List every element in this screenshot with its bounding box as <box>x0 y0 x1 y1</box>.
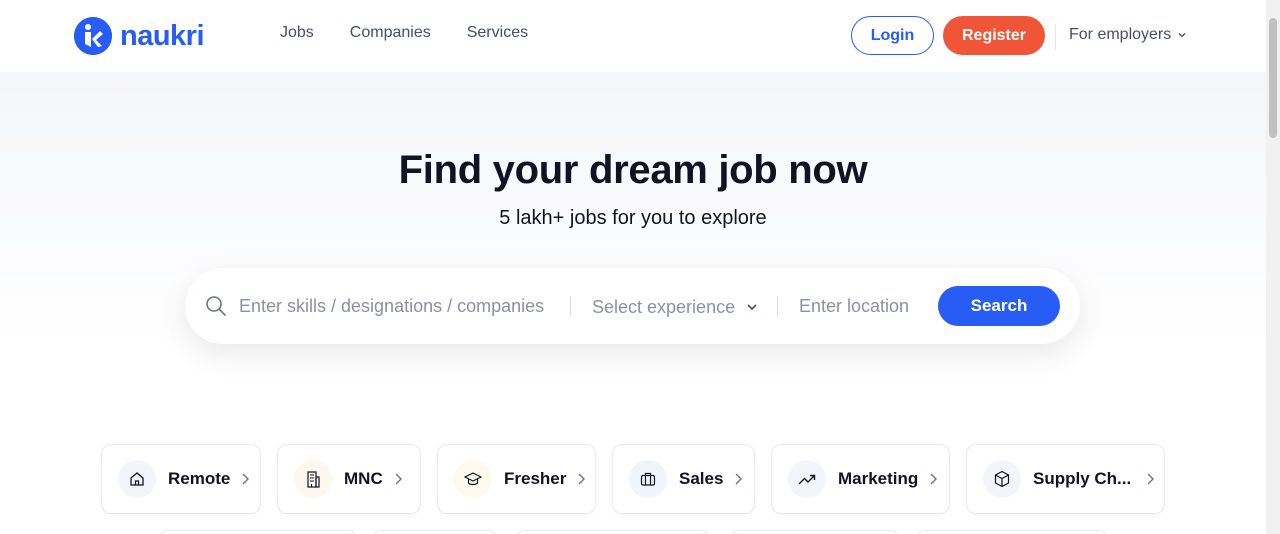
chevron-right-icon <box>735 473 743 485</box>
chevron-down-icon <box>1178 33 1186 38</box>
skills-search-input[interactable] <box>239 292 559 320</box>
category-label: Marketing <box>838 469 919 488</box>
graduation-cap-icon <box>454 460 492 498</box>
register-button[interactable]: Register <box>943 16 1045 55</box>
category-label: Remote <box>168 469 231 488</box>
category-chip-partial[interactable] <box>515 530 711 534</box>
category-label: Supply Ch... <box>1033 469 1132 488</box>
category-chip-remote[interactable]: Remote <box>101 444 261 514</box>
building-icon <box>294 460 332 498</box>
login-button[interactable]: Login <box>851 16 934 55</box>
experience-label: Select experience <box>592 296 736 317</box>
category-chip-sales[interactable]: Sales <box>612 444 755 514</box>
main-nav: Jobs Companies Services <box>280 24 528 42</box>
hero-subtitle: 5 lakh+ jobs for you to explore <box>499 207 767 229</box>
for-employers-label: For employers <box>1069 26 1172 43</box>
naukri-logo[interactable]: naukri <box>74 17 205 55</box>
top-header: naukri Jobs Companies Services Login Reg… <box>0 0 1266 72</box>
location-input[interactable] <box>799 292 929 320</box>
page-scrollbar[interactable] <box>1266 0 1280 534</box>
logo-text: naukri <box>120 19 205 52</box>
nav-services[interactable]: Services <box>467 24 528 42</box>
chevron-right-icon <box>242 473 250 485</box>
header-divider <box>1055 24 1056 50</box>
box-icon <box>983 460 1021 498</box>
for-employers-dropdown[interactable]: For employers <box>1069 26 1187 44</box>
category-label: Fresher <box>504 469 567 488</box>
search-icon <box>206 296 226 316</box>
nav-companies[interactable]: Companies <box>350 24 431 42</box>
page-title: Find your dream job now <box>398 148 868 192</box>
nav-jobs[interactable]: Jobs <box>280 24 314 42</box>
briefcase-icon <box>629 460 667 498</box>
category-chip-mnc[interactable]: MNC <box>277 444 421 514</box>
search-divider <box>777 296 778 316</box>
search-divider <box>570 296 571 316</box>
category-chip-partial[interactable] <box>158 530 358 534</box>
category-label: Sales <box>679 469 724 488</box>
logo-icon <box>74 17 112 55</box>
chevron-down-icon <box>747 304 757 311</box>
category-label: MNC <box>344 469 383 488</box>
category-chip-supply-chain[interactable]: Supply Ch... <box>966 444 1165 514</box>
home-icon <box>118 460 156 498</box>
category-chip-partial[interactable] <box>916 530 1108 534</box>
scrollbar-thumb[interactable] <box>1269 18 1277 138</box>
category-chip-partial[interactable] <box>372 530 498 534</box>
category-chip-fresher[interactable]: Fresher <box>437 444 596 514</box>
chevron-right-icon <box>1147 473 1155 485</box>
search-bar: Select experience Search <box>185 268 1080 344</box>
chevron-right-icon <box>578 473 586 485</box>
experience-select[interactable]: Select experience <box>592 293 762 321</box>
search-button[interactable]: Search <box>938 286 1060 326</box>
chevron-right-icon <box>395 473 402 485</box>
chevron-right-icon <box>930 473 938 485</box>
trend-up-icon <box>788 460 826 498</box>
category-chip-marketing[interactable]: Marketing <box>771 444 950 514</box>
category-chip-partial[interactable] <box>729 530 899 534</box>
